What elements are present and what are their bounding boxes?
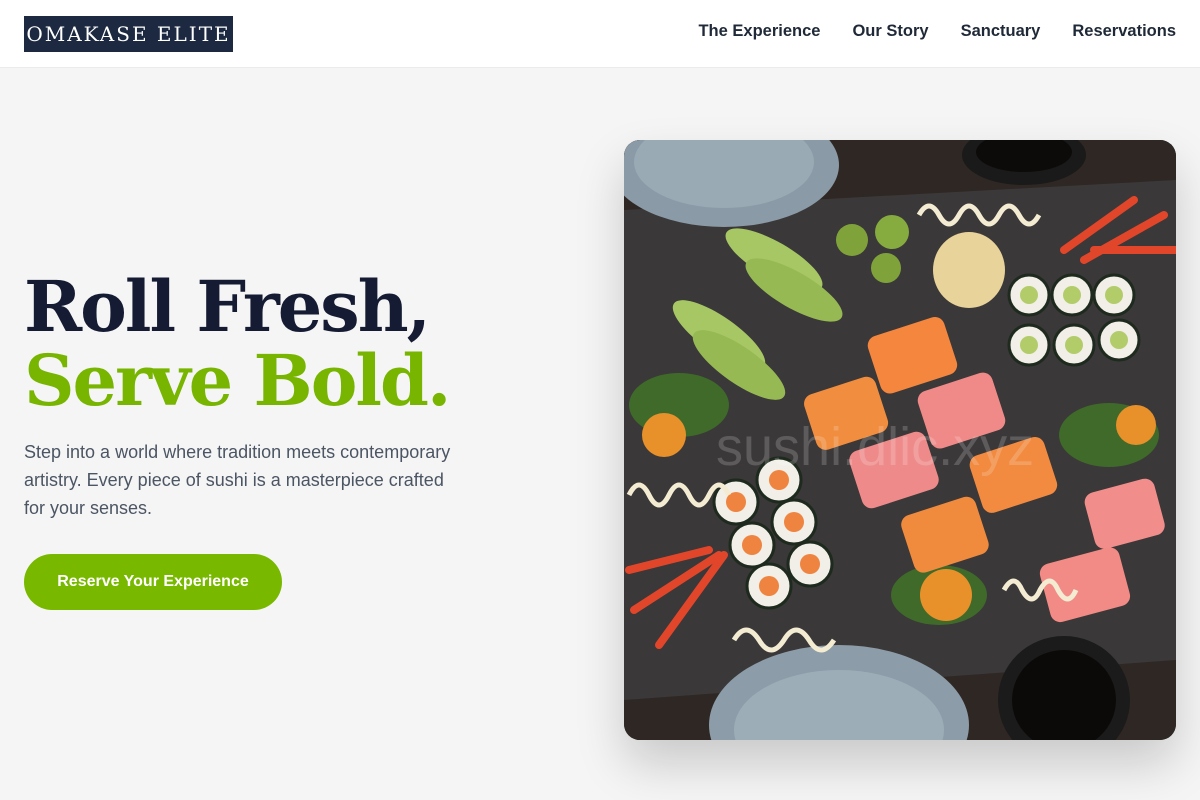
nav-link-our-story[interactable]: Our Story bbox=[852, 22, 928, 41]
logo[interactable]: OMAKASE ELITE bbox=[24, 16, 233, 52]
nav-link-reservations[interactable]: Reservations bbox=[1072, 22, 1176, 41]
nav-link-sanctuary[interactable]: Sanctuary bbox=[961, 22, 1041, 41]
image-watermark-text: sushi.dlic.xyz bbox=[716, 417, 1034, 477]
hero-title: Roll Fresh, Serve Bold. bbox=[24, 270, 584, 418]
nav-link-experience[interactable]: The Experience bbox=[698, 22, 820, 41]
hero-title-line1: Roll Fresh, bbox=[24, 265, 431, 348]
sushi-platter-image: sushi.dlic.xyz bbox=[624, 140, 1176, 740]
hero-description: Step into a world where tradition meets … bbox=[24, 442, 451, 518]
reserve-experience-button[interactable]: Reserve Your Experience bbox=[24, 554, 282, 610]
site-header: OMAKASE ELITE The Experience Our Story S… bbox=[0, 0, 1200, 68]
main-nav: The Experience Our Story Sanctuary Reser… bbox=[698, 22, 1176, 41]
hero-title-line2: Serve Bold. bbox=[24, 339, 451, 422]
